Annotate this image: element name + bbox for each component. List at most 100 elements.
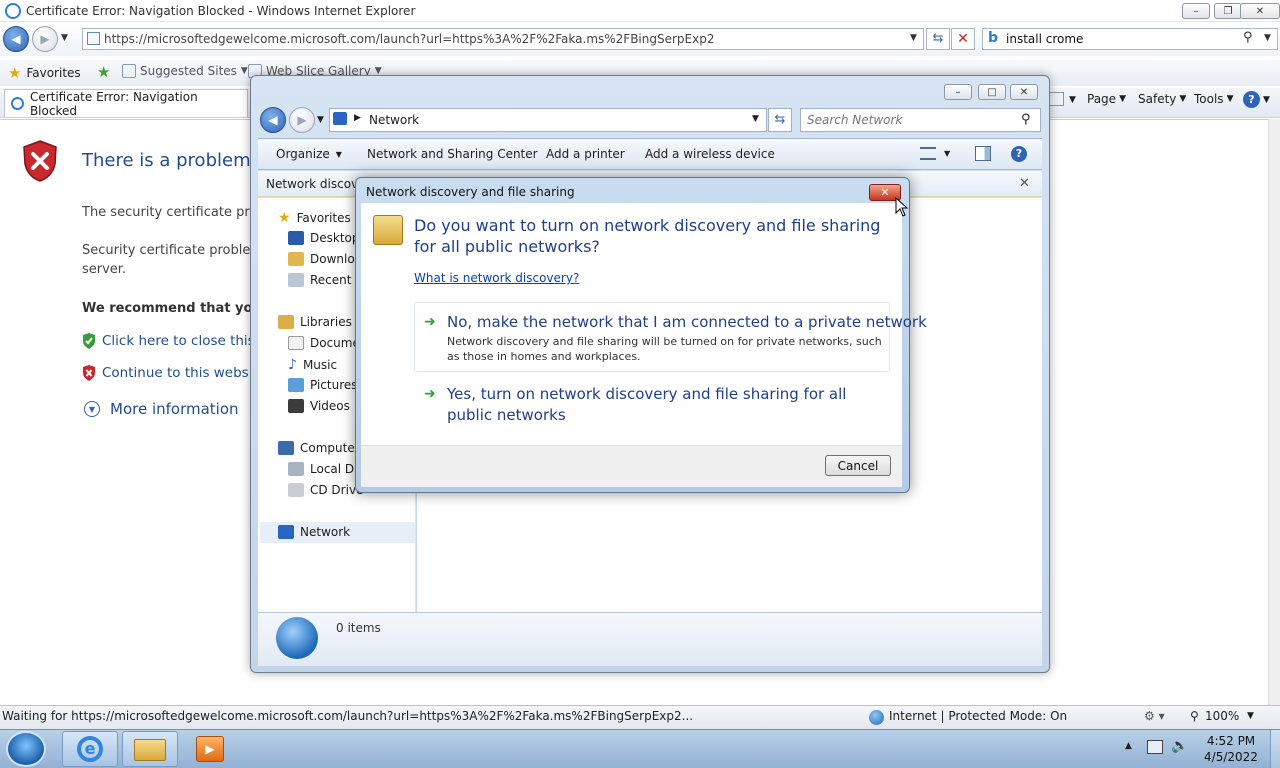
security-zone[interactable]: Internet | Protected Mode: On (889, 709, 1067, 723)
suggested-sites-label: Suggested Sites (140, 64, 237, 78)
suggested-sites-button[interactable]: Suggested Sites ▼ (122, 64, 248, 78)
address-url[interactable]: https://microsoftedgewelcome.microsoft.c… (104, 32, 714, 46)
continue-website-label: Continue to this website (102, 365, 267, 381)
page-menu[interactable]: Page ▼ (1087, 92, 1126, 106)
page-title: There is a problem wi (82, 150, 277, 171)
add-wireless-device-button[interactable]: Add a wireless device (645, 147, 775, 161)
search-icon[interactable]: ⚲ (1021, 112, 1031, 127)
protected-mode-icon[interactable]: ⚙ ▾ (1144, 709, 1165, 723)
close-button[interactable]: ✕ (1240, 3, 1280, 19)
preview-pane-icon[interactable] (975, 146, 991, 161)
nav-pictures[interactable]: Pictures (288, 378, 358, 392)
network-sharing-center-button[interactable]: Network and Sharing Center (367, 147, 538, 161)
nav-recent-places[interactable]: Recent P (288, 273, 363, 287)
recent-pages-dropdown-icon[interactable]: ▼ (61, 33, 68, 43)
show-desktop-button[interactable] (1270, 730, 1280, 768)
downloads-folder-icon (288, 252, 304, 266)
stop-icon[interactable]: ✕ (951, 28, 975, 50)
star-icon: ★ (8, 64, 22, 82)
breadcrumb-arrow-icon[interactable]: ▶ (354, 113, 361, 123)
clock-time: 4:52 PM (1206, 734, 1256, 748)
show-hidden-icons-button[interactable]: ▲ (1125, 741, 1132, 751)
help-icon[interactable]: ? (1011, 146, 1027, 162)
videos-icon (288, 399, 304, 413)
safety-menu-label: Safety (1138, 92, 1177, 106)
search-icon[interactable]: ⚲ (1243, 30, 1253, 45)
chevron-down-icon[interactable]: ▼ (1263, 95, 1270, 105)
organize-menu[interactable]: Organize ▼ (276, 147, 342, 161)
nav-favorites[interactable]: ★ Favorites (278, 210, 351, 226)
restore-button[interactable]: ❐ (1214, 3, 1242, 19)
globe-icon (869, 710, 884, 725)
zoom-level[interactable]: 100% (1205, 709, 1239, 723)
close-page-link[interactable]: Click here to close this w (82, 333, 270, 349)
arrow-right-icon: ➜ (424, 314, 436, 330)
search-input[interactable]: install crome (1006, 32, 1083, 46)
zoom-dropdown-icon[interactable]: ▼ (1247, 711, 1254, 721)
nav-desktop-label: Desktop (310, 231, 360, 245)
nav-computer-label: Computer (300, 441, 360, 455)
chevron-down-icon: ▼ (1226, 94, 1234, 104)
add-printer-button[interactable]: Add a printer (546, 147, 625, 161)
add-favorites-icon[interactable]: ★ (97, 63, 110, 81)
network-tray-icon[interactable] (1147, 740, 1163, 754)
cancel-button[interactable]: Cancel (825, 455, 891, 476)
volume-muted-icon[interactable]: 🔈 (1171, 738, 1188, 754)
recent-locations-icon[interactable]: ▼ (317, 115, 324, 125)
network-discovery-help-link[interactable]: What is network discovery? (414, 271, 579, 285)
dialog-title: Network discovery and file sharing (366, 185, 575, 199)
libraries-icon (278, 315, 294, 329)
taskbar-ie-button[interactable]: e (62, 731, 118, 767)
taskbar-explorer-button[interactable] (122, 731, 178, 767)
more-information-toggle[interactable]: ▼ More information (84, 400, 239, 418)
address-history-icon[interactable]: ▼ (752, 114, 759, 124)
explorer-minimize-button[interactable]: – (944, 84, 972, 100)
chevron-down-icon[interactable]: ▼ (1069, 95, 1076, 105)
nav-libraries[interactable]: Libraries (278, 315, 352, 329)
refresh-icon[interactable]: ⇆ (926, 28, 950, 50)
start-button[interactable] (6, 731, 46, 767)
nav-cd-drive[interactable]: CD Drive (288, 483, 363, 497)
nav-computer[interactable]: Computer (278, 441, 360, 455)
page-scrollbar[interactable] (1268, 119, 1280, 705)
explorer-refresh-icon[interactable]: ⇆ (768, 108, 792, 132)
search-options-dropdown-icon[interactable]: ▼ (1264, 33, 1271, 43)
nav-videos[interactable]: Videos (288, 399, 350, 413)
safety-menu[interactable]: Safety ▼ (1138, 92, 1186, 106)
nav-local-disk[interactable]: Local Dis (288, 462, 364, 476)
taskbar-clock[interactable]: 4:52 PM 4/5/2022 (1196, 733, 1266, 765)
explorer-forward-button[interactable]: ▶ (289, 107, 315, 133)
nav-network[interactable]: Network (278, 525, 350, 539)
nav-desktop[interactable]: Desktop (288, 231, 360, 245)
explorer-maximize-button[interactable]: □ (978, 84, 1006, 100)
forward-button[interactable]: ▶ (32, 26, 58, 52)
back-button[interactable]: ◀ (3, 26, 29, 52)
dialog-footer (361, 445, 902, 487)
recent-places-icon (288, 273, 304, 287)
explorer-back-button[interactable]: ◀ (260, 107, 286, 133)
tools-menu[interactable]: Tools ▼ (1194, 92, 1233, 106)
help-icon[interactable]: ? (1243, 91, 1260, 108)
media-player-icon[interactable]: ▶ (196, 736, 224, 762)
favorites-button[interactable]: ★ Favorites (8, 64, 81, 82)
continue-website-link[interactable]: Continue to this website (82, 365, 266, 381)
nav-downloads[interactable]: Downloa (288, 252, 362, 266)
explorer-close-button[interactable]: ✕ (1010, 84, 1038, 100)
print-icon[interactable] (1048, 92, 1064, 106)
nav-music[interactable]: ♪ Music (288, 357, 337, 373)
nav-libraries-label: Libraries (300, 315, 352, 329)
address-dropdown-icon[interactable]: ▼ (910, 33, 917, 43)
nav-videos-label: Videos (310, 399, 350, 413)
chevron-down-icon[interactable]: ▼ (944, 149, 950, 158)
view-options-icon[interactable] (920, 147, 936, 160)
documents-icon (288, 336, 304, 350)
infobar-close-icon[interactable]: ✕ (1019, 176, 1030, 191)
minimize-button[interactable]: – (1182, 3, 1210, 19)
nav-documents[interactable]: Docume (288, 336, 360, 350)
explorer-search-input[interactable] (805, 112, 1015, 128)
breadcrumb-network[interactable]: Network (369, 113, 419, 127)
pictures-icon (288, 378, 304, 392)
close-page-link-label: Click here to close this w (102, 333, 271, 349)
nav-pictures-label: Pictures (310, 378, 358, 392)
tab-certificate-error[interactable]: Certificate Error: Navigation Blocked (4, 89, 248, 118)
